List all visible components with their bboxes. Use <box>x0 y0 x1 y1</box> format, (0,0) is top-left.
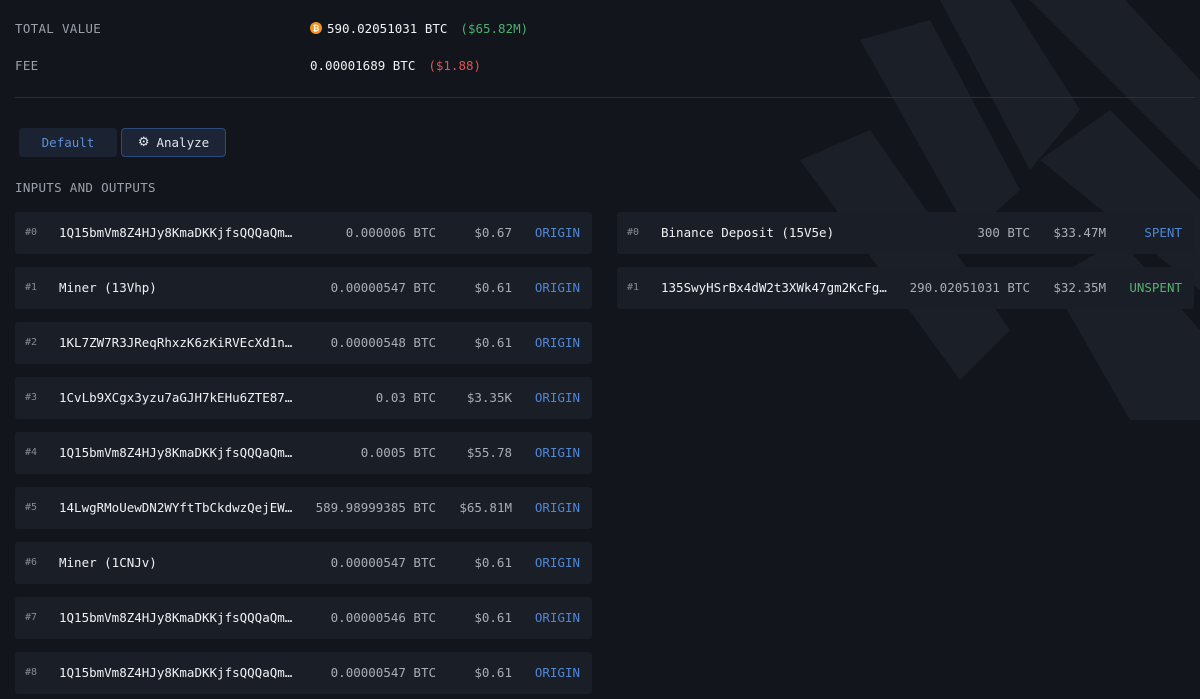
total-value-btc: 590.02051031 BTC <box>327 20 448 36</box>
output-index: #0 <box>627 227 640 238</box>
input-index: #6 <box>25 557 38 568</box>
input-amount: 0.0005 BTC <box>360 445 436 460</box>
fee-label: FEE <box>15 57 39 73</box>
total-value-row: TOTAL VALUE ₿ 590.02051031 BTC ($65.82M) <box>15 18 528 38</box>
input-usd: $0.61 <box>474 610 512 625</box>
input-usd: $0.61 <box>474 555 512 570</box>
input-address[interactable]: 14LwgRMoUewDN2WYftTbCkdwzQejEWw… <box>59 500 299 515</box>
tab-default-label: Default <box>41 135 95 150</box>
input-index: #0 <box>25 227 38 238</box>
input-row[interactable]: #1 Miner (13Vhp) 0.00000547 BTC $0.61 OR… <box>15 267 592 309</box>
total-value: ₿ 590.02051031 BTC ($65.82M) <box>310 21 528 36</box>
input-amount: 0.00000547 BTC <box>330 555 436 570</box>
divider <box>15 97 1195 98</box>
input-address[interactable]: Miner (1CNJv) <box>59 555 299 570</box>
output-address[interactable]: Binance Deposit (15V5e) <box>661 225 893 240</box>
input-usd: $0.61 <box>474 665 512 680</box>
input-amount: 0.00000547 BTC <box>330 280 436 295</box>
input-address[interactable]: 1Q15bmVm8Z4HJy8KmaDKKjfsQQQaQmT… <box>59 445 299 460</box>
input-amount: 0.03 BTC <box>375 390 436 405</box>
total-value-usd: ($65.82M) <box>460 20 529 36</box>
input-amount: 589.98999385 BTC <box>315 500 436 515</box>
output-status: UNSPENT <box>1129 280 1182 295</box>
input-row[interactable]: #7 1Q15bmVm8Z4HJy8KmaDKKjfsQQQaQmT… 0.00… <box>15 597 592 639</box>
input-row[interactable]: #3 1CvLb9XCgx3yzu7aGJH7kEHu6ZTE87v… 0.03… <box>15 377 592 419</box>
input-row[interactable]: #8 1Q15bmVm8Z4HJy8KmaDKKjfsQQQaQmT… 0.00… <box>15 652 592 694</box>
input-index: #1 <box>25 282 38 293</box>
input-index: #2 <box>25 337 38 348</box>
input-address[interactable]: 1Q15bmVm8Z4HJy8KmaDKKjfsQQQaQmT… <box>59 665 299 680</box>
input-amount: 0.00000546 BTC <box>330 610 436 625</box>
tab-default[interactable]: Default <box>19 128 117 157</box>
input-status[interactable]: ORIGIN <box>535 445 580 460</box>
input-index: #5 <box>25 502 38 513</box>
input-status[interactable]: ORIGIN <box>535 280 580 295</box>
output-usd: $33.47M <box>1053 225 1106 240</box>
transaction-page: TOTAL VALUE ₿ 590.02051031 BTC ($65.82M)… <box>0 0 1200 699</box>
tab-analyze[interactable]: ⚙ Analyze <box>121 128 226 157</box>
fee-btc: 0.00001689 BTC <box>310 57 416 73</box>
input-status[interactable]: ORIGIN <box>535 335 580 350</box>
output-address[interactable]: 135SwyHSrBx4dW2t3XWk47gm2KcFgG… <box>661 280 893 295</box>
fee-value: 0.00001689 BTC ($1.88) <box>310 58 481 73</box>
fee-usd: ($1.88) <box>428 57 482 73</box>
input-amount: 0.00000547 BTC <box>330 665 436 680</box>
input-row[interactable]: #4 1Q15bmVm8Z4HJy8KmaDKKjfsQQQaQmT… 0.00… <box>15 432 592 474</box>
input-row[interactable]: #0 1Q15bmVm8Z4HJy8KmaDKKjfsQQQaQmT… 0.00… <box>15 212 592 254</box>
input-status[interactable]: ORIGIN <box>535 610 580 625</box>
input-address[interactable]: 1Q15bmVm8Z4HJy8KmaDKKjfsQQQaQmT… <box>59 610 299 625</box>
output-usd: $32.35M <box>1053 280 1106 295</box>
input-usd: $0.61 <box>474 280 512 295</box>
input-status[interactable]: ORIGIN <box>535 500 580 515</box>
input-amount: 0.000006 BTC <box>345 225 436 240</box>
input-index: #3 <box>25 392 38 403</box>
input-usd: $0.61 <box>474 335 512 350</box>
input-address[interactable]: 1Q15bmVm8Z4HJy8KmaDKKjfsQQQaQmT… <box>59 225 299 240</box>
fee-row: FEE 0.00001689 BTC ($1.88) <box>15 55 481 75</box>
output-row[interactable]: #1 135SwyHSrBx4dW2t3XWk47gm2KcFgG… 290.0… <box>617 267 1194 309</box>
input-status[interactable]: ORIGIN <box>535 225 580 240</box>
input-address[interactable]: 1KL7ZW7R3JReqRhxzK6zKiRVEcXd1nV… <box>59 335 299 350</box>
total-value-label: TOTAL VALUE <box>15 20 102 36</box>
input-amount: 0.00000548 BTC <box>330 335 436 350</box>
input-usd: $55.78 <box>466 445 512 460</box>
input-index: #4 <box>25 447 38 458</box>
input-address[interactable]: Miner (13Vhp) <box>59 280 299 295</box>
output-amount: 300 BTC <box>977 225 1030 240</box>
input-index: #7 <box>25 612 38 623</box>
tab-analyze-label: Analyze <box>156 135 210 150</box>
input-status[interactable]: ORIGIN <box>535 665 580 680</box>
input-status[interactable]: ORIGIN <box>535 555 580 570</box>
input-row[interactable]: #2 1KL7ZW7R3JReqRhxzK6zKiRVEcXd1nV… 0.00… <box>15 322 592 364</box>
input-usd: $65.81M <box>459 500 512 515</box>
output-row[interactable]: #0 Binance Deposit (15V5e) 300 BTC $33.4… <box>617 212 1194 254</box>
section-title: INPUTS AND OUTPUTS <box>15 180 156 195</box>
output-amount: 290.02051031 BTC <box>909 280 1030 295</box>
input-usd: $0.67 <box>474 225 512 240</box>
bitcoin-icon: ₿ <box>310 22 322 34</box>
input-index: #8 <box>25 667 38 678</box>
input-row[interactable]: #6 Miner (1CNJv) 0.00000547 BTC $0.61 OR… <box>15 542 592 584</box>
input-usd: $3.35K <box>466 390 512 405</box>
background-logo-watermark <box>800 0 1200 420</box>
input-row[interactable]: #5 14LwgRMoUewDN2WYftTbCkdwzQejEWw… 589.… <box>15 487 592 529</box>
input-status[interactable]: ORIGIN <box>535 390 580 405</box>
output-index: #1 <box>627 282 640 293</box>
output-status[interactable]: SPENT <box>1144 225 1182 240</box>
input-address[interactable]: 1CvLb9XCgx3yzu7aGJH7kEHu6ZTE87v… <box>59 390 299 405</box>
analyze-icon: ⚙ <box>137 135 150 150</box>
